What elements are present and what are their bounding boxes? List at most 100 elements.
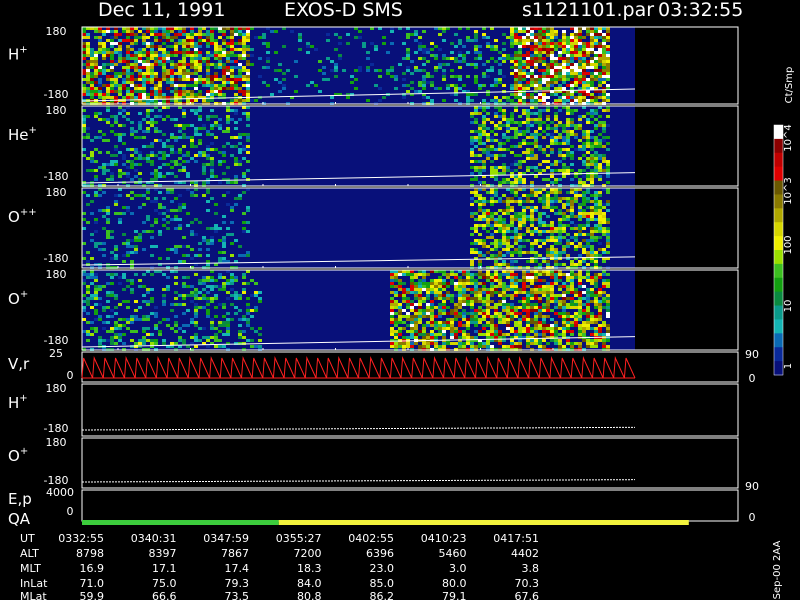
heatmap-cell bbox=[410, 279, 414, 282]
heatmap-cell bbox=[82, 87, 86, 90]
heatmap-cell bbox=[538, 33, 542, 36]
heatmap-cell bbox=[514, 178, 518, 181]
heatmap-cell bbox=[162, 294, 166, 297]
heatmap-cell bbox=[106, 84, 110, 87]
heatmap-cell bbox=[590, 109, 594, 112]
heatmap-cell bbox=[194, 288, 198, 291]
heatmap-cell bbox=[550, 239, 554, 242]
heatmap-cell bbox=[190, 84, 194, 87]
heatmap-cell bbox=[466, 342, 470, 345]
heatmap-cell bbox=[594, 209, 598, 212]
heatmap-cell bbox=[106, 90, 110, 93]
heatmap-cell bbox=[562, 324, 566, 327]
heatmap-cell bbox=[90, 294, 94, 297]
heatmap-cell bbox=[578, 330, 582, 333]
heatmap-cell bbox=[526, 297, 530, 300]
heatmap-cell bbox=[214, 297, 218, 300]
heatmap-cell bbox=[590, 72, 594, 75]
heatmap-cell bbox=[234, 203, 238, 206]
heatmap-cell bbox=[490, 84, 494, 87]
heatmap-cell bbox=[106, 294, 110, 297]
heatmap-cell bbox=[494, 157, 498, 160]
heatmap-cell bbox=[138, 306, 142, 309]
heatmap-cell bbox=[442, 279, 446, 282]
heatmap-cell bbox=[122, 324, 126, 327]
heatmap-cell bbox=[382, 36, 386, 39]
heatmap-cell bbox=[246, 148, 250, 151]
heatmap-cell bbox=[606, 236, 610, 239]
heatmap-cell bbox=[190, 139, 194, 142]
heatmap-cell bbox=[394, 273, 398, 276]
heatmap-cell bbox=[186, 45, 190, 48]
heatmap-cell bbox=[110, 257, 114, 260]
heatmap-cell bbox=[430, 54, 434, 57]
heatmap-cell bbox=[114, 87, 118, 90]
heatmap-cell bbox=[194, 339, 198, 342]
heatmap-cell bbox=[494, 96, 498, 99]
heatmap-cell bbox=[514, 66, 518, 69]
heatmap-cell bbox=[234, 93, 238, 96]
heatmap-cell bbox=[238, 294, 242, 297]
heatmap-cell bbox=[242, 75, 246, 78]
heatmap-cell bbox=[126, 175, 130, 178]
heatmap-cell bbox=[530, 321, 534, 324]
heatmap-cell bbox=[218, 324, 222, 327]
y-tick-min: -180 bbox=[44, 170, 69, 183]
heatmap-cell bbox=[570, 206, 574, 209]
heatmap-cell bbox=[410, 318, 414, 321]
heatmap-cell bbox=[106, 300, 110, 303]
heatmap-cell bbox=[606, 166, 610, 169]
heatmap-cell bbox=[214, 75, 218, 78]
heatmap-cell bbox=[538, 197, 542, 200]
heatmap-cell bbox=[206, 279, 210, 282]
heatmap-cell bbox=[226, 318, 230, 321]
heatmap-cell bbox=[190, 90, 194, 93]
heatmap-cell bbox=[414, 324, 418, 327]
heatmap-cell bbox=[538, 169, 542, 172]
heatmap-cell bbox=[546, 224, 550, 227]
heatmap-cell bbox=[442, 78, 446, 81]
heatmap-cell bbox=[118, 72, 122, 75]
heatmap-cell bbox=[502, 285, 506, 288]
heatmap-cell bbox=[94, 285, 98, 288]
heatmap-cell bbox=[606, 218, 610, 221]
heatmap-cell bbox=[518, 121, 522, 124]
heatmap-cell bbox=[266, 66, 270, 69]
heatmap-cell bbox=[574, 57, 578, 60]
heatmap-cell bbox=[270, 93, 274, 96]
heatmap-cell bbox=[606, 96, 610, 99]
heatmap-cell bbox=[498, 121, 502, 124]
heatmap-cell bbox=[94, 30, 98, 33]
heatmap-cell bbox=[90, 333, 94, 336]
heatmap-cell bbox=[110, 315, 114, 318]
heatmap-cell bbox=[166, 191, 170, 194]
heatmap-cell bbox=[110, 251, 114, 254]
heatmap-cell bbox=[118, 93, 122, 96]
heatmap-cell bbox=[170, 136, 174, 139]
heatmap-cell bbox=[598, 42, 602, 45]
heatmap-cell bbox=[306, 51, 310, 54]
heatmap-cell bbox=[486, 69, 490, 72]
heatmap-cell bbox=[530, 166, 534, 169]
heatmap-cell bbox=[110, 39, 114, 42]
heatmap-cell bbox=[562, 306, 566, 309]
heatmap-cell bbox=[282, 45, 286, 48]
heatmap-cell bbox=[242, 93, 246, 96]
heatmap-cell bbox=[570, 124, 574, 127]
heatmap-cell bbox=[162, 175, 166, 178]
heatmap-cell bbox=[574, 236, 578, 239]
heatmap-cell bbox=[182, 260, 186, 263]
heatmap-cell bbox=[498, 145, 502, 148]
heatmap-cell bbox=[334, 75, 338, 78]
heatmap-cell bbox=[510, 230, 514, 233]
heatmap-cell bbox=[138, 233, 142, 236]
heatmap-cell bbox=[154, 78, 158, 81]
heatmap-cell bbox=[250, 345, 254, 348]
heatmap-cell bbox=[194, 78, 198, 81]
heatmap-cell bbox=[454, 285, 458, 288]
panel-label: He+ bbox=[8, 125, 37, 144]
heatmap-cell bbox=[390, 30, 394, 33]
heatmap-cell bbox=[574, 45, 578, 48]
heatmap-cell bbox=[110, 60, 114, 63]
heatmap-cell bbox=[502, 124, 506, 127]
